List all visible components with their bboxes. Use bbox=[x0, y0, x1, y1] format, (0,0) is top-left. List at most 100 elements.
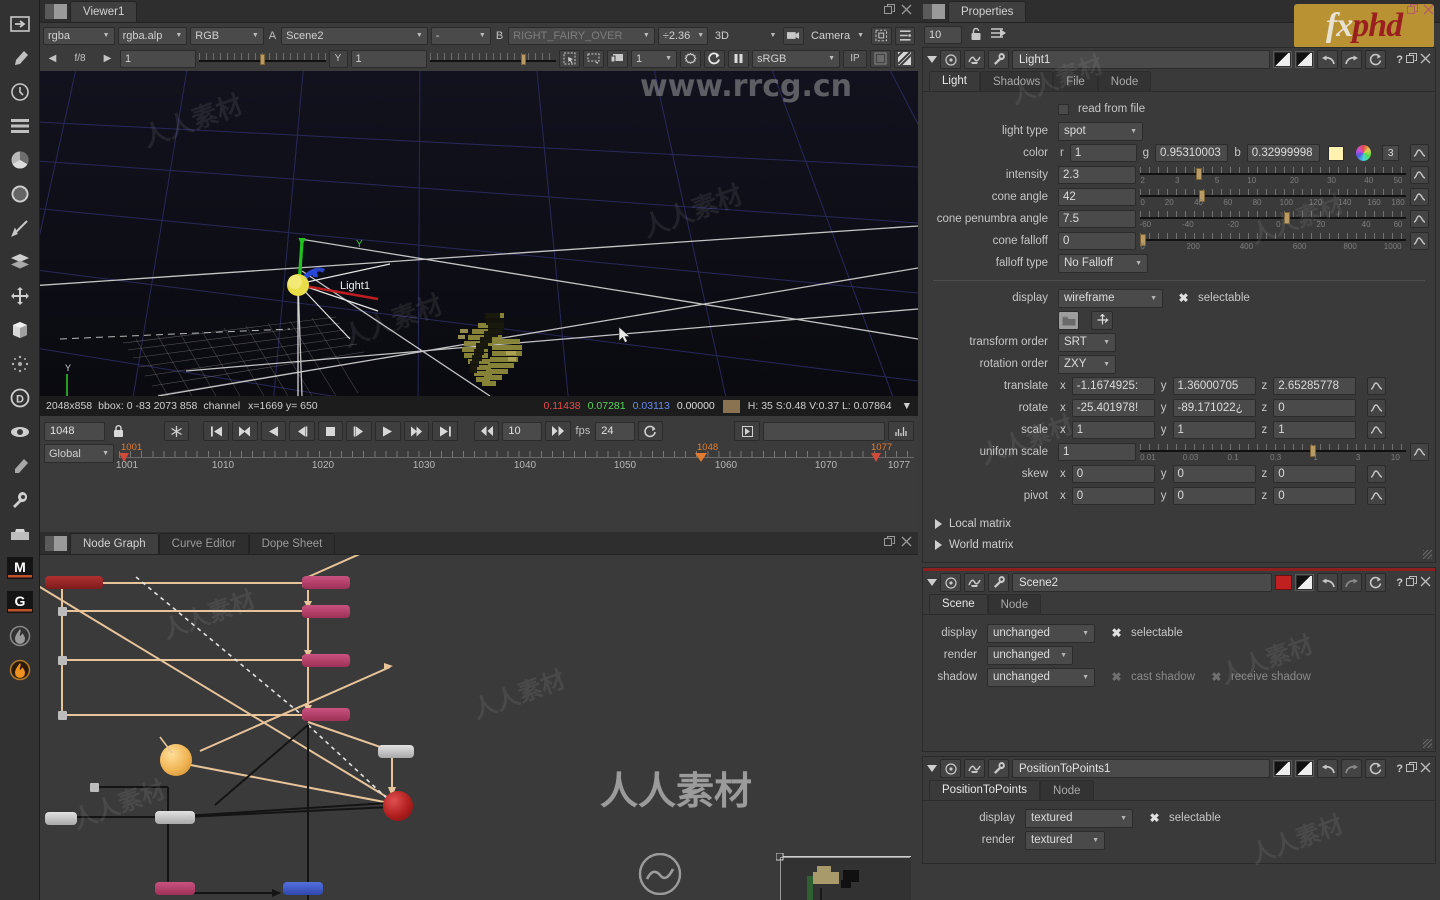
skip-forward-button[interactable] bbox=[544, 421, 571, 441]
display-channel-select[interactable]: RGB ▼ bbox=[190, 26, 264, 45]
gain-label[interactable]: f/8 bbox=[65, 50, 95, 68]
node-item[interactable] bbox=[378, 745, 414, 758]
scene-panel-target-icon[interactable] bbox=[940, 573, 961, 592]
properties-close-icon[interactable] bbox=[1423, 4, 1434, 18]
cone-angle-field[interactable]: 42 bbox=[1058, 188, 1136, 206]
properties-lock-icon[interactable] bbox=[970, 27, 983, 44]
uniform-scale-slider[interactable]: 0.01 0.03 0.1 0.3 1 3 10 bbox=[1140, 442, 1406, 462]
cone-falloff-slider[interactable]: 0 200 400 600 800 1000 bbox=[1140, 231, 1406, 251]
light-panel-undo-icon[interactable] bbox=[1317, 50, 1339, 69]
translate-animate-icon[interactable] bbox=[1367, 377, 1387, 395]
scene-panel-mask-icon[interactable] bbox=[964, 573, 985, 592]
node-sphere-red[interactable] bbox=[383, 791, 413, 821]
scale-x-field[interactable]: 1 bbox=[1071, 421, 1155, 439]
viewer-3d-viewport[interactable]: Y Light1 Y www.rrcg.cn bbox=[40, 71, 918, 396]
scene-node-name-field[interactable]: Scene2 bbox=[1012, 573, 1273, 592]
viewer-lock-camera-icon[interactable] bbox=[783, 26, 804, 45]
properties-clear-all-icon[interactable] bbox=[991, 27, 1007, 43]
scene-panel-mask-toggle[interactable] bbox=[1295, 574, 1315, 591]
status-expand-icon[interactable]: ▼ bbox=[902, 400, 912, 412]
node-dot[interactable] bbox=[90, 783, 99, 792]
gain-slider[interactable] bbox=[199, 51, 326, 67]
scene-panel-help-icon[interactable]: ? bbox=[1396, 577, 1403, 589]
light-panel-redo-icon[interactable] bbox=[1341, 50, 1363, 69]
p2p-panel-help-icon[interactable]: ? bbox=[1396, 763, 1403, 775]
pivot-z-field[interactable]: 0 bbox=[1273, 487, 1357, 505]
node-toolbar-draw-icon[interactable] bbox=[4, 42, 36, 74]
selectable-checkbox[interactable]: ✖ bbox=[1177, 292, 1190, 305]
p2p-panel-close-icon[interactable] bbox=[1420, 762, 1431, 776]
current-frame-field[interactable]: 1048 bbox=[44, 421, 106, 441]
frame-lock-icon[interactable] bbox=[108, 422, 128, 440]
scene-panel-revert-icon[interactable] bbox=[1365, 573, 1387, 592]
color-g-field[interactable]: 0.95310003 bbox=[1154, 144, 1229, 162]
axis-snap-icon[interactable] bbox=[1091, 310, 1113, 330]
tab-viewer1[interactable]: Viewer1 bbox=[70, 1, 138, 22]
uniform-scale-field[interactable]: 1 bbox=[1058, 443, 1136, 461]
translate-y-field[interactable]: 1.36000705 bbox=[1172, 377, 1256, 395]
tab-node[interactable]: Node bbox=[1097, 71, 1152, 91]
file-browse-icon[interactable] bbox=[1058, 310, 1079, 330]
skew-x-field[interactable]: 0 bbox=[1071, 465, 1155, 483]
timeline-histogram-button[interactable] bbox=[888, 421, 914, 441]
light-type-select[interactable]: spot ▼ bbox=[1058, 121, 1143, 141]
viewer-gear-icon[interactable] bbox=[680, 49, 701, 68]
node-toolbar-keyer-icon[interactable] bbox=[4, 212, 36, 244]
viewer-mask-icon[interactable] bbox=[583, 49, 604, 68]
color-animate-icon[interactable] bbox=[1410, 144, 1430, 162]
tab-file[interactable]: File bbox=[1053, 71, 1098, 91]
p2p-panel-mask-icon[interactable] bbox=[964, 759, 985, 778]
node-toolbar-genarts-icon[interactable]: G bbox=[4, 586, 36, 618]
light-panel-close-icon[interactable] bbox=[1420, 53, 1431, 67]
falloff-type-select[interactable]: No Falloff ▼ bbox=[1058, 253, 1148, 273]
node-graph-float-icon[interactable] bbox=[884, 536, 895, 550]
node-item[interactable] bbox=[302, 708, 350, 721]
light-panel-float-icon[interactable] bbox=[1406, 52, 1417, 67]
viewer-float-icon[interactable] bbox=[884, 4, 895, 18]
light-node-name-field[interactable]: Light1 bbox=[1012, 50, 1271, 69]
color-r-field[interactable]: 1 bbox=[1069, 144, 1137, 162]
p2p-selectable-checkbox[interactable]: ✖ bbox=[1148, 812, 1161, 825]
tab-properties[interactable]: Properties bbox=[948, 1, 1027, 22]
zoom-select[interactable]: ÷2.36 ▼ bbox=[657, 26, 708, 45]
frame-increment-field[interactable]: 10 bbox=[502, 421, 542, 441]
light-panel-disable-toggle[interactable] bbox=[1273, 51, 1293, 68]
goto-start-button[interactable] bbox=[203, 421, 229, 441]
next-keyframe-button[interactable] bbox=[403, 421, 430, 441]
p2p-panel-redo-icon[interactable] bbox=[1341, 759, 1363, 778]
node-dot[interactable] bbox=[58, 607, 67, 616]
scene-panel-resize-grip[interactable] bbox=[1423, 739, 1432, 748]
cone-angle-animate-icon[interactable] bbox=[1410, 188, 1429, 206]
light-panel-help-icon[interactable]: ? bbox=[1396, 54, 1403, 66]
ip-button[interactable]: IP bbox=[843, 49, 867, 68]
rotate-x-field[interactable]: -25.401978! bbox=[1071, 399, 1155, 417]
pivot-x-field[interactable]: 0 bbox=[1071, 487, 1155, 505]
light-panel-target-icon[interactable] bbox=[940, 50, 961, 69]
cone-penumbra-slider[interactable]: -60 -40 -20 0 20 40 60 bbox=[1140, 209, 1406, 229]
viewer-close-icon[interactable] bbox=[901, 4, 912, 18]
world-matrix-disclosure[interactable]: World matrix bbox=[923, 534, 1435, 555]
node-graph-canvas[interactable]: 人人素材 人人素材 人人素材 人人素材 bbox=[40, 555, 918, 900]
collapse-caret-icon[interactable] bbox=[927, 579, 937, 586]
tab-p2p-node[interactable]: Node bbox=[1040, 780, 1094, 800]
intensity-slider[interactable]: 2 3 5 10 20 30 40 50 bbox=[1140, 165, 1406, 185]
prev-keyframe-button[interactable] bbox=[231, 421, 258, 441]
tab-node-graph[interactable]: Node Graph bbox=[70, 533, 159, 554]
gain-prev-icon[interactable]: ◀ bbox=[43, 50, 62, 68]
tab-light[interactable]: Light bbox=[929, 71, 980, 91]
rotate-y-field[interactable]: -89.171022¿ bbox=[1172, 399, 1256, 417]
viewer-pause-icon[interactable] bbox=[728, 49, 749, 68]
viewer-stripes-icon[interactable] bbox=[894, 49, 915, 68]
skew-animate-icon[interactable] bbox=[1367, 465, 1387, 483]
node-toolbar-color-icon[interactable] bbox=[4, 144, 36, 176]
node-toolbar-merge-icon[interactable] bbox=[4, 246, 36, 278]
color-swatch[interactable] bbox=[1328, 145, 1345, 161]
node-dot[interactable] bbox=[58, 656, 67, 665]
timeline-info-field[interactable] bbox=[763, 421, 886, 441]
max-panels-field[interactable]: 10 bbox=[924, 26, 962, 44]
node-item[interactable] bbox=[45, 812, 77, 825]
transform-order-select[interactable]: SRT ▼ bbox=[1058, 332, 1116, 352]
goto-end-button[interactable] bbox=[432, 421, 458, 441]
p2p-panel-disable-toggle[interactable] bbox=[1273, 760, 1293, 777]
input-a-select[interactable]: Scene2 ▼ bbox=[281, 26, 428, 45]
